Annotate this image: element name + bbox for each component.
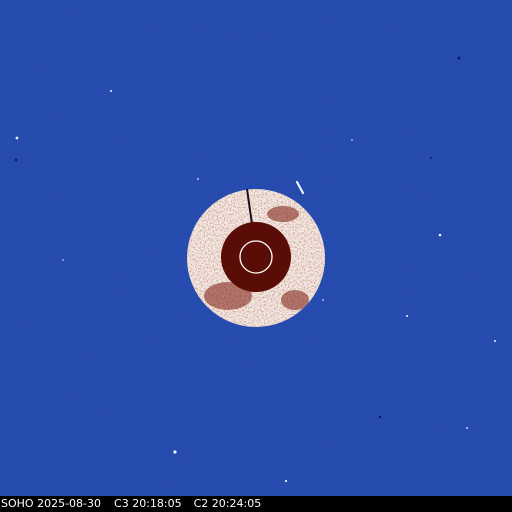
occulting-disk — [221, 222, 291, 292]
c2-label: C2 — [193, 497, 209, 510]
observatory-label: SOHO — [1, 497, 34, 510]
c3-time: 20:18:05 — [132, 497, 182, 510]
coronagraph-image — [0, 0, 512, 496]
date-label: 2025-08-30 — [37, 497, 102, 510]
coronagraph-field — [0, 0, 512, 496]
c2-time: 20:24:05 — [211, 497, 262, 510]
image-caption: SOHO 2025-08-30 C3 20:18:05 C2 20:24:05 — [0, 496, 512, 512]
c3-label: C3 — [114, 497, 129, 510]
